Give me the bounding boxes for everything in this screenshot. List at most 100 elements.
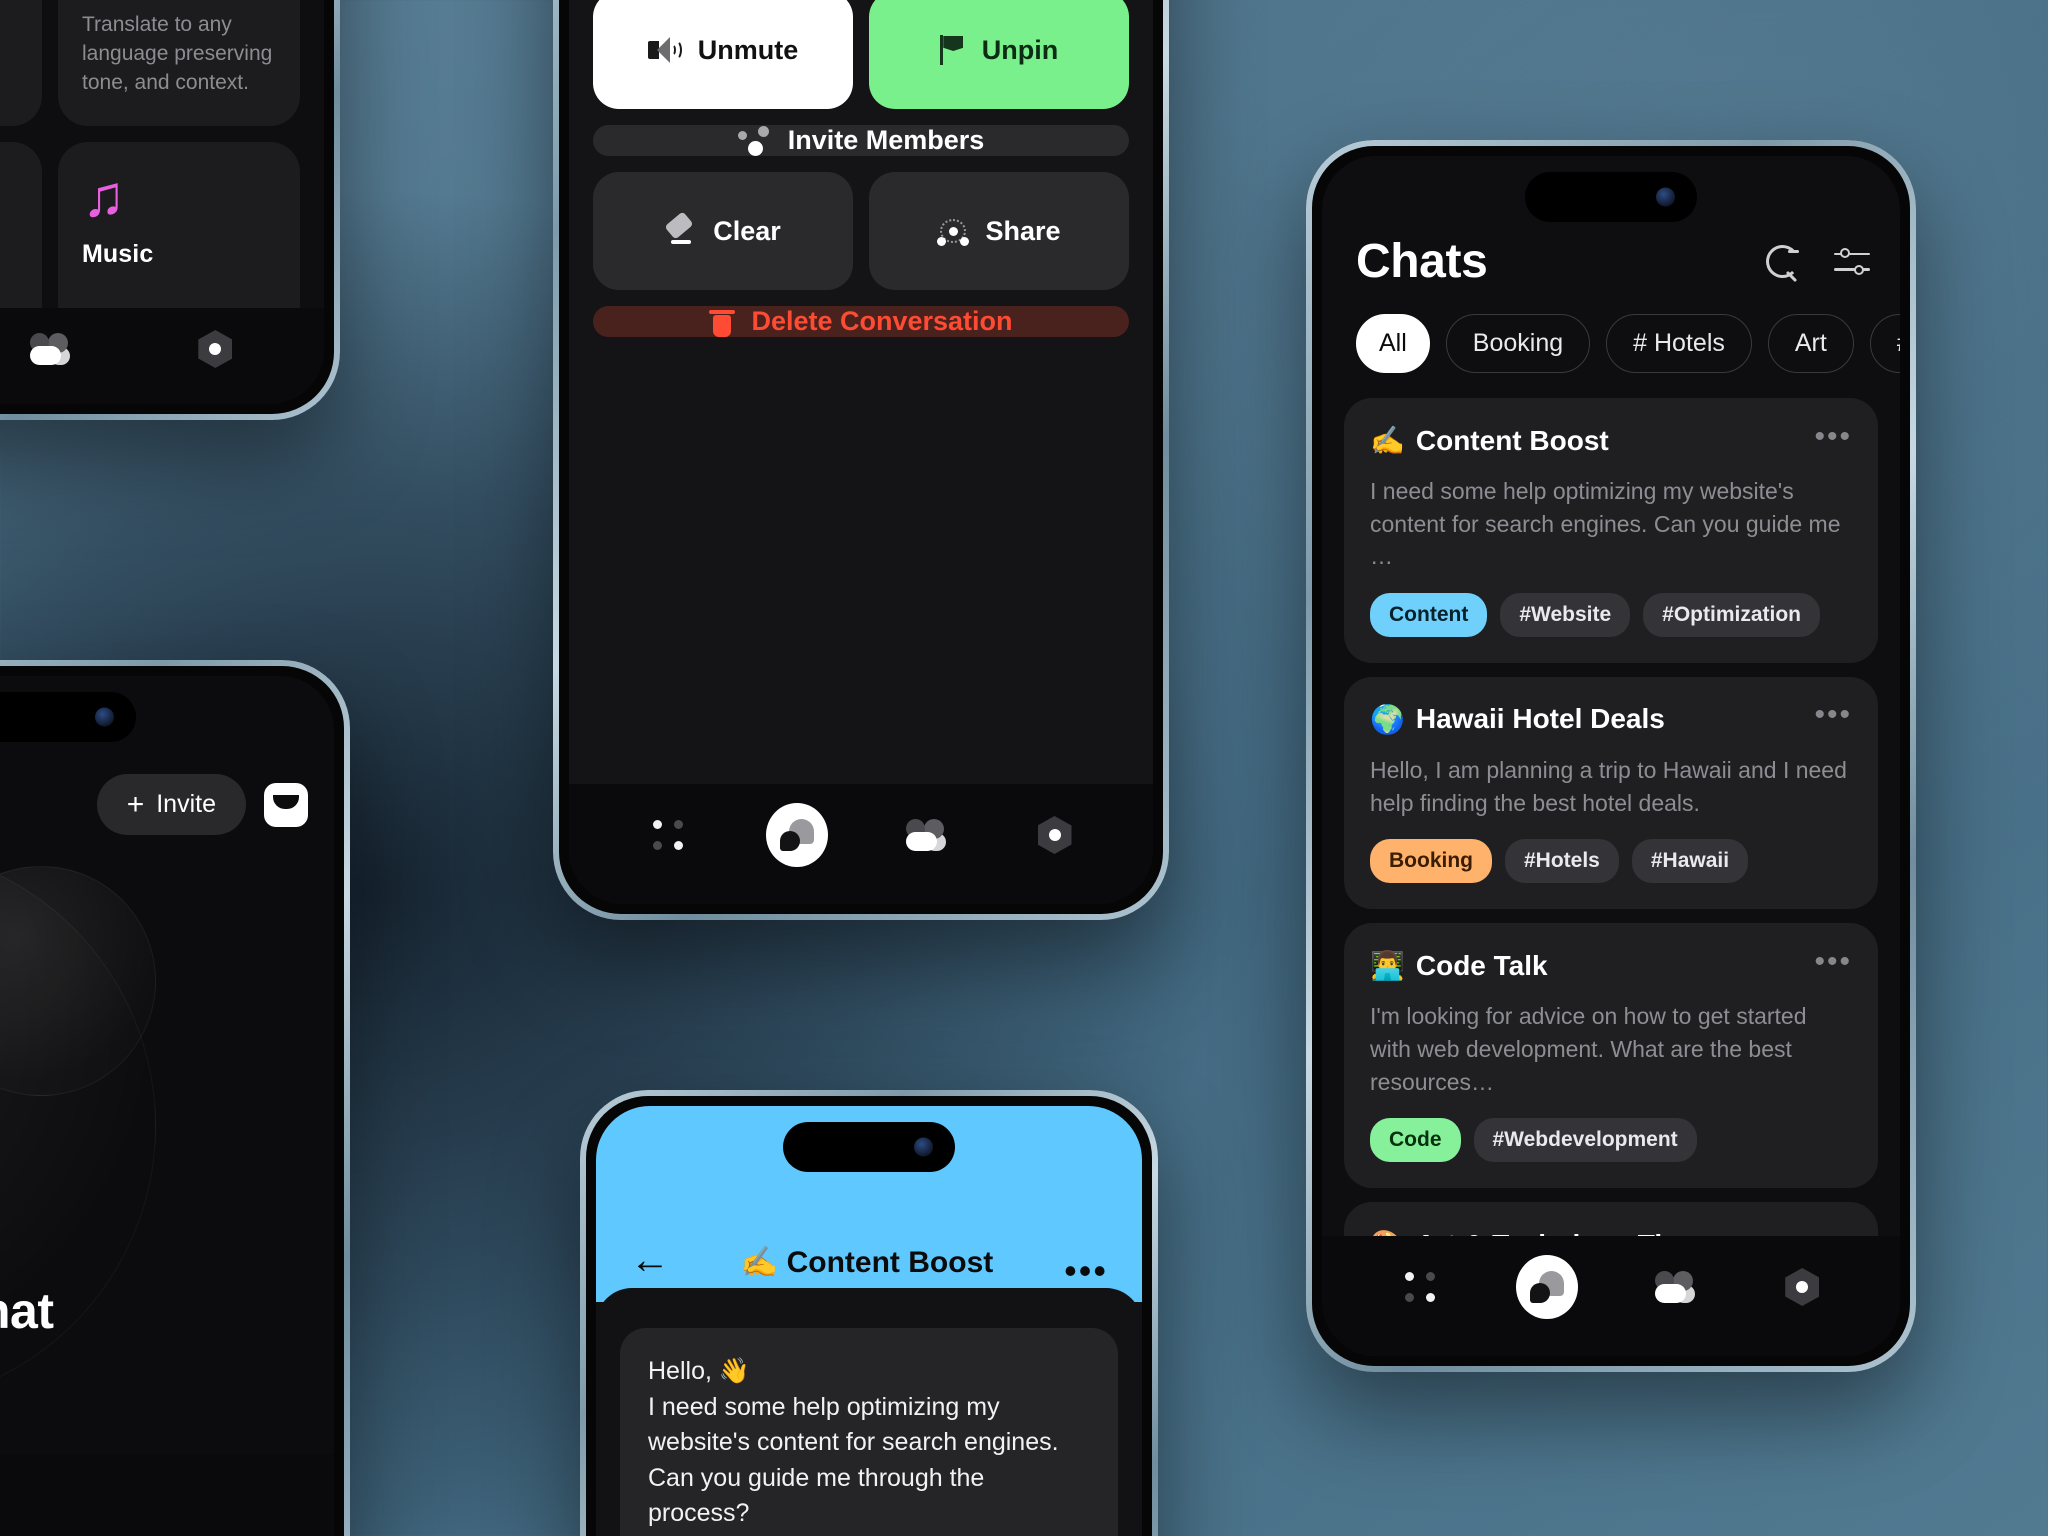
hexagon-tab[interactable] (184, 318, 246, 380)
chat-tag[interactable]: Content (1370, 592, 1488, 637)
invite-members-label: Invite Members (787, 125, 985, 155)
chat-list-item[interactable]: 👨‍💻 Code Talk ••• I'm looking for advice… (1344, 923, 1878, 1189)
more-icon[interactable]: ••• (1814, 946, 1852, 976)
chat-tag[interactable]: #Webdevelopment (1473, 1118, 1697, 1163)
grid-tab[interactable] (637, 804, 699, 866)
clear-label: Clear (713, 215, 781, 246)
sheet-row: Clear Share (593, 172, 1129, 290)
delete-conversation-button[interactable]: Delete Conversation (593, 306, 1129, 337)
share-button[interactable]: Share (869, 172, 1129, 290)
phone-action-sheet: Screen Mirroring Unmute Unpin (553, 0, 1169, 920)
active-tab-pill (1516, 1255, 1579, 1319)
more-icon[interactable]: ••• (1064, 1253, 1108, 1289)
action-sheet-screen: Screen Mirroring Unmute Unpin (569, 0, 1153, 904)
tool-card-translator[interactable]: 文A Translator Translate to any language … (58, 0, 300, 126)
invite-members-button[interactable]: Invite Members (593, 125, 1129, 156)
delete-conversation-label: Delete Conversation (751, 306, 1013, 336)
filter-chip-all[interactable]: All (1356, 314, 1430, 373)
chat-name: 🌍 Hawaii Hotel Deals (1370, 703, 1665, 736)
hexagon-icon (1037, 816, 1072, 854)
unpin-label: Unpin (981, 34, 1059, 65)
people-tab[interactable] (895, 804, 957, 866)
share-label: Share (985, 215, 1061, 246)
chat-name-label: Content Boost (1415, 424, 1609, 456)
unpin-button[interactable]: Unpin (869, 0, 1129, 109)
phone-body: Screen Mirroring Unmute Unpin (559, 0, 1163, 914)
phone-chat-detail: ← ✍️ Content Boost ••• Hello, 👋 I need s… (580, 1090, 1158, 1536)
chat-emoji-icon: ✍️ (1370, 425, 1405, 456)
flag-icon (939, 35, 966, 65)
back-arrow-icon[interactable]: ← (630, 1240, 670, 1280)
tab-bar (0, 308, 324, 404)
filter-sliders-icon[interactable] (1834, 247, 1870, 277)
chats-screen: Chats All Booking # Hotels Art # Web (1322, 156, 1900, 1356)
speaker-icon (647, 37, 682, 63)
unmute-button[interactable]: Unmute (593, 0, 853, 109)
filter-chip-art[interactable]: Art (1767, 314, 1854, 373)
clear-button[interactable]: Clear (593, 172, 853, 290)
chat-tag[interactable]: #Website (1500, 592, 1631, 637)
filter-chips: All Booking # Hotels Art # Web (1356, 314, 1900, 373)
more-icon[interactable]: ••• (1814, 421, 1852, 451)
tab-bar (1322, 1236, 1900, 1356)
dynamic-island (1525, 172, 1697, 222)
chat-name: 👨‍💻 Code Talk (1370, 949, 1548, 982)
more-icon[interactable]: ••• (1814, 700, 1852, 730)
people-tab[interactable] (1644, 1256, 1706, 1318)
chat-tags: Code #Webdevelopment (1370, 1118, 1852, 1163)
trash-icon (709, 307, 736, 337)
filter-chip-booking[interactable]: Booking (1445, 314, 1591, 373)
plus-icon: + (126, 787, 145, 821)
people-tab[interactable] (19, 318, 81, 380)
share-icon (937, 216, 970, 246)
tool-card[interactable]: nt tions erences, mood. (0, 0, 42, 126)
chat-tag[interactable]: #Hotels (1505, 839, 1619, 884)
phone-body: Chats All Booking # Hotels Art # Web (1312, 146, 1910, 1366)
phone-tools: nt tions erences, mood. 文A Translator Tr… (0, 0, 340, 420)
chat-name-label: Hawaii Hotel Deals (1415, 703, 1665, 735)
chats-header: Chats (1356, 234, 1870, 289)
chat-tag[interactable]: #Hawaii (1631, 839, 1749, 884)
chat-detail-screen: ← ✍️ Content Boost ••• Hello, 👋 I need s… (596, 1106, 1142, 1536)
home-top-actions: + Invite (0, 774, 308, 835)
home-screen: + Invite Hi, Todd 👋 Tap to chat e 📅 (0, 676, 334, 1536)
people-icon (29, 333, 70, 365)
phone-body: + Invite Hi, Todd 👋 Tap to chat e 📅 (0, 666, 344, 1536)
search-icon[interactable] (1766, 244, 1800, 279)
tap-to-chat-headline[interactable]: Tap to chat (0, 1282, 54, 1340)
hexagon-tab[interactable] (1771, 1256, 1833, 1318)
action-sheet: Screen Mirroring Unmute Unpin (593, 0, 1129, 337)
chat-tag[interactable]: Code (1370, 1118, 1461, 1163)
active-tab-pill (765, 803, 828, 867)
chat-tag[interactable]: #Optimization (1643, 592, 1820, 637)
chat-bubble-icon (1530, 1271, 1565, 1303)
chat-list: ✍️ Content Boost ••• I need some help op… (1344, 398, 1878, 1356)
camera-icon (914, 1137, 933, 1157)
inbox-icon[interactable] (264, 782, 308, 827)
chat-message[interactable]: Hello, 👋 I need some help optimizing my … (620, 1328, 1118, 1536)
chat-list-item[interactable]: ✍️ Content Boost ••• I need some help op… (1344, 398, 1878, 663)
phone-body: nt tions erences, mood. 文A Translator Tr… (0, 0, 334, 414)
chat-name-label: Code Talk (1415, 949, 1548, 981)
grid-tab[interactable] (1389, 1256, 1451, 1318)
phone-home: + Invite Hi, Todd 👋 Tap to chat e 📅 (0, 660, 350, 1536)
add-people-icon (737, 125, 772, 156)
chat-preview: Hello, I am planning a trip to Hawaii an… (1370, 756, 1847, 816)
invite-button[interactable]: + Invite (96, 774, 246, 835)
chat-emoji-icon: 👨‍💻 (1370, 950, 1405, 982)
filter-chip-web[interactable]: # Web (1869, 314, 1900, 373)
message-text: Hello, 👋 I need some help optimizing my … (648, 1357, 1059, 1527)
hexagon-tab[interactable] (1024, 804, 1086, 866)
music-note-icon: ♫ (82, 163, 126, 229)
mockup-stage: nt tions erences, mood. 文A Translator Tr… (0, 0, 2048, 1536)
hexagon-icon (198, 330, 233, 368)
chat-tab[interactable] (1516, 1255, 1579, 1319)
chat-list-item[interactable]: 🌍 Hawaii Hotel Deals ••• Hello, I am pla… (1344, 676, 1878, 910)
unmute-label: Unmute (697, 34, 799, 65)
chat-tab[interactable] (765, 803, 828, 867)
tool-desc: Translate to any language preserving ton… (82, 13, 273, 94)
filter-chip-hotels[interactable]: # Hotels (1606, 314, 1752, 373)
chat-tags: Content #Website #Optimization (1370, 592, 1852, 637)
chat-tag[interactable]: Booking (1370, 839, 1492, 884)
chat-name: ✍️ Content Boost (1370, 424, 1609, 457)
